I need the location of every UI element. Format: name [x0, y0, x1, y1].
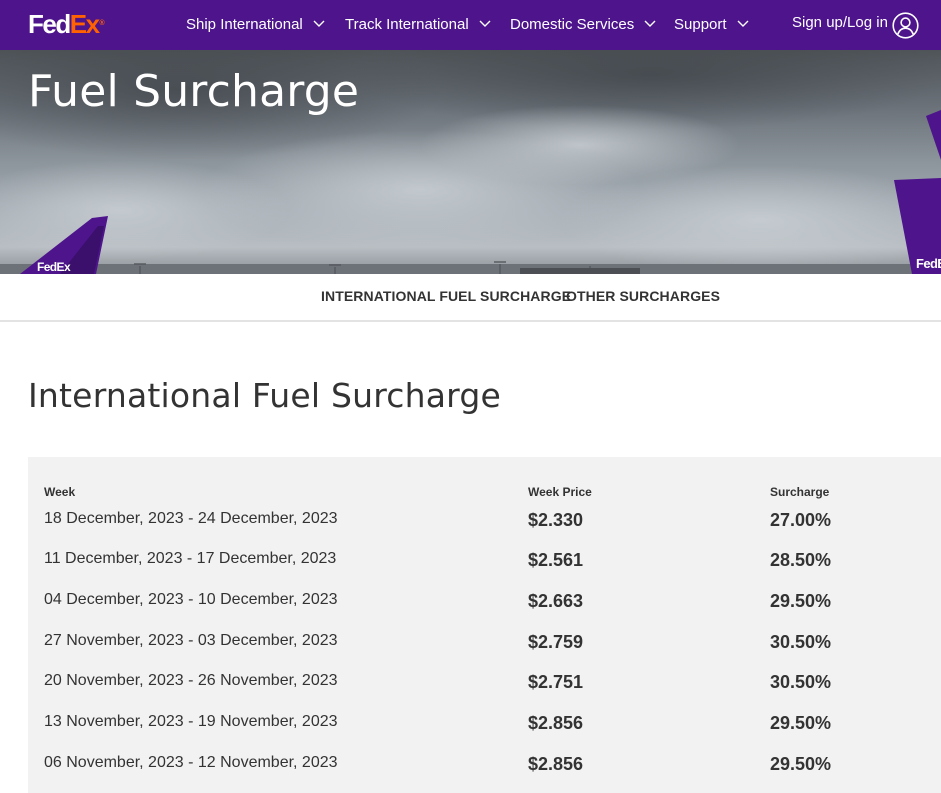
- tail-logo-left: FedEx: [37, 260, 71, 274]
- nav-track-international-label: Track International: [345, 16, 469, 33]
- column-header-week: Week: [44, 485, 76, 499]
- nav-support-label: Support: [674, 16, 727, 33]
- week-cell: 06 November, 2023 - 12 November, 2023: [44, 754, 338, 771]
- price-cell: $2.856: [528, 754, 584, 774]
- nav-domestic-services[interactable]: Domestic Services: [510, 16, 656, 34]
- page-title: Fuel Surcharge: [28, 66, 360, 117]
- hero-banner: FedEx FedEx Fuel Surcharge: [0, 50, 941, 274]
- surcharge-cell: 30.50%: [770, 632, 832, 652]
- price-cell: $2.751: [528, 672, 584, 692]
- subnav-other-surcharges[interactable]: OTHER SURCHARGES: [566, 288, 720, 304]
- table-row: 20 November, 2023 - 26 November, 2023 $2…: [28, 671, 941, 712]
- chevron-down-icon: [313, 20, 325, 27]
- surcharge-cell: 30.50%: [770, 672, 832, 692]
- nav-domestic-services-label: Domestic Services: [510, 16, 635, 33]
- column-header-surcharge: Surcharge: [770, 485, 830, 499]
- chevron-down-icon: [479, 20, 491, 27]
- price-cell: $2.561: [528, 550, 584, 570]
- logo-part-fed: Fed: [28, 9, 71, 39]
- price-cell: $2.663: [528, 591, 584, 611]
- table-row: 11 December, 2023 - 17 December, 2023 $2…: [28, 549, 941, 590]
- table-row: 18 December, 2023 - 24 December, 2023 $2…: [28, 509, 941, 550]
- logo-part-ex: Ex: [69, 9, 100, 39]
- surcharge-subnav: INTERNATIONAL FUEL SURCHARGE OTHER SURCH…: [0, 274, 941, 322]
- week-cell: 11 December, 2023 - 17 December, 2023: [44, 550, 337, 567]
- week-cell: 27 November, 2023 - 03 December, 2023: [44, 632, 338, 649]
- nav-ship-international-label: Ship International: [186, 16, 303, 33]
- tail-logo-right: FedEx: [916, 256, 941, 271]
- section-title: International Fuel Surcharge: [28, 376, 501, 415]
- nav-track-international[interactable]: Track International: [345, 16, 491, 34]
- sign-up-log-in-link[interactable]: Sign up/Log in: [792, 14, 888, 32]
- price-cell: $2.759: [528, 632, 584, 652]
- column-header-week-price: Week Price: [528, 485, 592, 499]
- user-icon[interactable]: [892, 12, 919, 39]
- fedex-logo[interactable]: FedEx®: [28, 10, 105, 38]
- chevron-down-icon: [737, 20, 749, 27]
- nav-support[interactable]: Support: [674, 16, 749, 34]
- fuel-surcharge-table: Week Week Price Surcharge 18 December, 2…: [28, 457, 941, 793]
- logo-registered-mark: ®: [99, 20, 105, 27]
- surcharge-cell: 29.50%: [770, 591, 832, 611]
- week-cell: 18 December, 2023 - 24 December, 2023: [44, 510, 338, 527]
- week-cell: 13 November, 2023 - 19 November, 2023: [44, 713, 338, 730]
- price-cell: $2.856: [528, 713, 584, 733]
- surcharge-cell: 27.00%: [770, 510, 832, 530]
- surcharge-cell: 29.50%: [770, 713, 832, 733]
- price-cell: $2.330: [528, 510, 584, 530]
- table-row: 06 November, 2023 - 12 November, 2023 $2…: [28, 753, 941, 793]
- table-row: 13 November, 2023 - 19 November, 2023 $2…: [28, 712, 941, 753]
- nav-ship-international[interactable]: Ship International: [186, 16, 325, 34]
- surcharge-cell: 28.50%: [770, 550, 832, 570]
- table-row: 04 December, 2023 - 10 December, 2023 $2…: [28, 590, 941, 631]
- chevron-down-icon: [644, 20, 656, 27]
- top-navigation-bar: FedEx® Ship International Track Internat…: [0, 0, 941, 50]
- surcharge-cell: 29.50%: [770, 754, 832, 774]
- week-cell: 20 November, 2023 - 26 November, 2023: [44, 672, 338, 689]
- subnav-international-fuel-surcharge[interactable]: INTERNATIONAL FUEL SURCHARGE: [321, 288, 571, 304]
- table-row: 27 November, 2023 - 03 December, 2023 $2…: [28, 631, 941, 672]
- week-cell: 04 December, 2023 - 10 December, 2023: [44, 591, 338, 608]
